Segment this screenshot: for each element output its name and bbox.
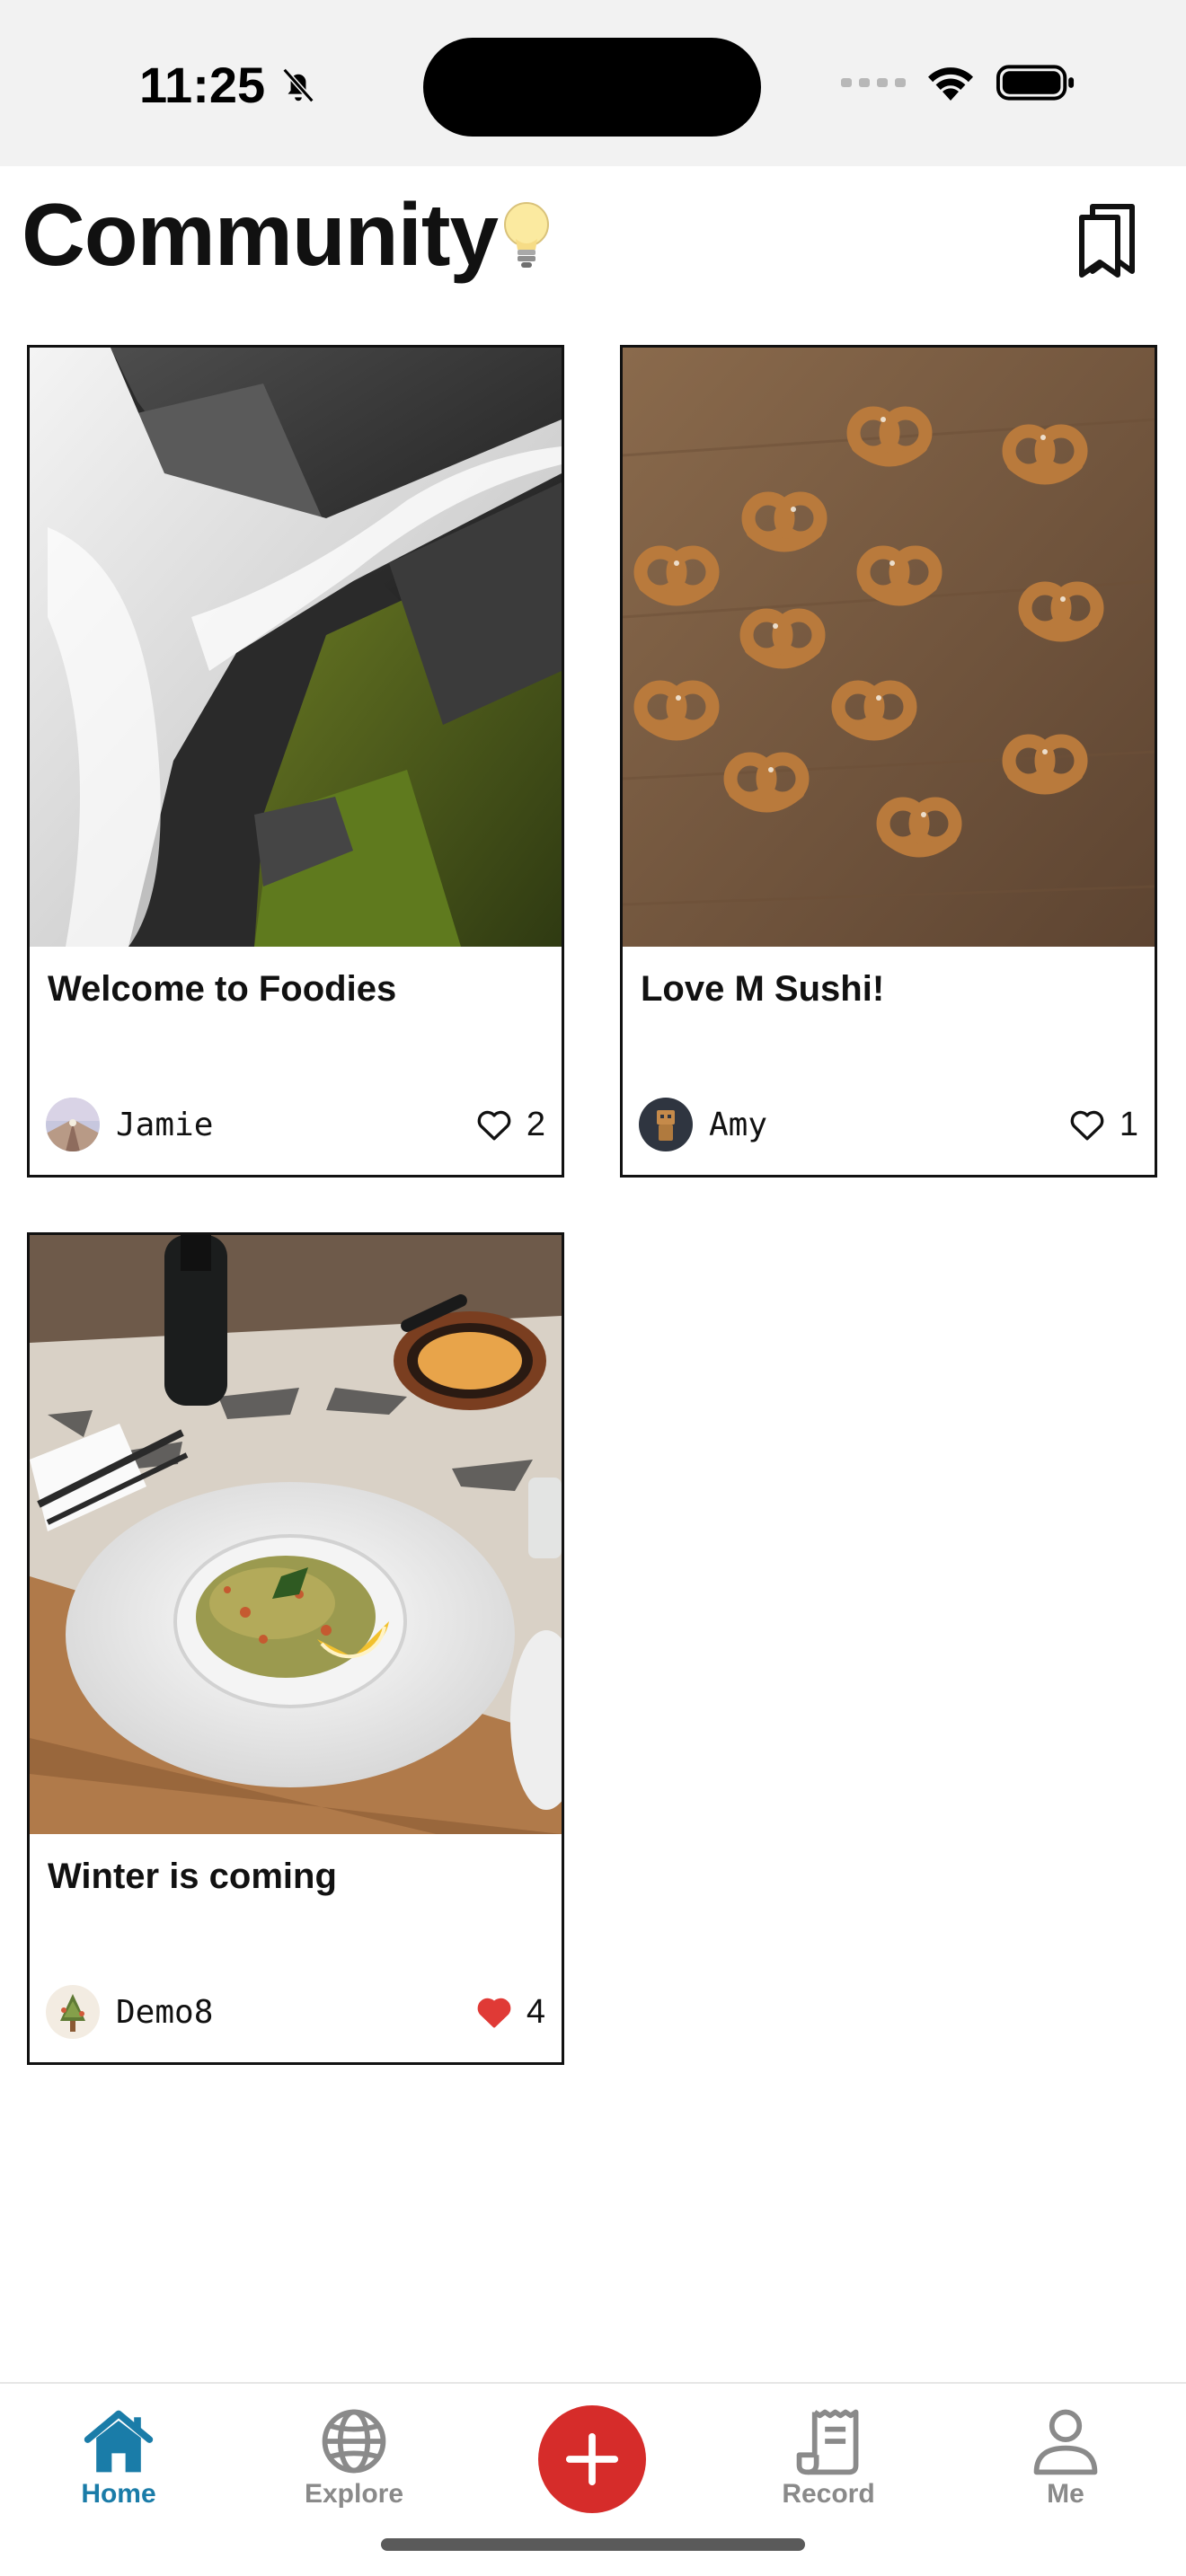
bookmarks-icon[interactable] — [1075, 203, 1139, 278]
person-icon — [1033, 2409, 1098, 2475]
post-card[interactable]: Welcome to Foodies Jamie 2 — [27, 345, 564, 1178]
author-name[interactable]: Jamie — [116, 1107, 213, 1143]
tab-explore-label: Explore — [304, 2479, 404, 2509]
post-title: Love M Sushi! — [641, 969, 885, 1009]
tab-home-label: Home — [81, 2479, 156, 2509]
post-footer: Jamie 2 — [46, 1096, 545, 1153]
clock-text: 11:25 — [139, 57, 266, 113]
heart-outline-icon — [1070, 1110, 1104, 1141]
heart-filled-icon — [477, 1998, 511, 2028]
post-title: Winter is coming — [48, 1857, 337, 1896]
waterfall-photo — [30, 348, 562, 947]
like-count: 2 — [526, 1105, 545, 1143]
post-footer: Demo8 4 — [46, 1983, 545, 2041]
battery-icon — [996, 65, 1075, 101]
tab-explore[interactable]: Explore — [291, 2405, 417, 2510]
page-title: Community — [22, 185, 499, 284]
avatar[interactable] — [46, 1985, 100, 2039]
food-plate-photo — [30, 1235, 562, 1834]
heart-outline-icon — [477, 1110, 511, 1141]
post-footer: Amy 1 — [639, 1096, 1138, 1153]
plus-icon — [565, 2432, 619, 2486]
like-button[interactable]: 1 — [1069, 1106, 1138, 1144]
home-indicator[interactable] — [381, 2538, 805, 2551]
pretzels-photo — [623, 348, 1155, 947]
bell-slash-icon — [282, 67, 314, 102]
receipt-icon — [796, 2409, 859, 2475]
dynamic-island — [423, 38, 761, 137]
status-bar: 11:25 — [0, 0, 1186, 166]
status-time: 11:25 — [139, 56, 319, 114]
post-card[interactable]: Love M Sushi! Amy 1 — [620, 345, 1157, 1178]
avatar[interactable] — [639, 1098, 693, 1151]
like-count: 1 — [1119, 1105, 1138, 1143]
home-icon — [84, 2410, 154, 2473]
tab-me-label: Me — [1047, 2479, 1084, 2509]
lightbulb-icon — [504, 202, 549, 268]
add-post-button[interactable] — [538, 2405, 646, 2513]
like-button[interactable]: 2 — [476, 1106, 545, 1144]
tab-me[interactable]: Me — [1003, 2405, 1128, 2510]
author-name[interactable]: Amy — [709, 1107, 767, 1143]
globe-icon — [322, 2409, 386, 2474]
wifi-icon — [928, 67, 973, 101]
tab-record-label: Record — [782, 2479, 875, 2509]
like-button[interactable]: 4 — [476, 1993, 545, 2032]
like-count: 4 — [526, 1992, 545, 2031]
tab-home[interactable]: Home — [56, 2405, 181, 2510]
post-title: Welcome to Foodies — [48, 969, 397, 1009]
status-icons — [841, 63, 1076, 102]
signal-icon — [841, 78, 906, 87]
author-name[interactable]: Demo8 — [116, 1994, 213, 2031]
post-card[interactable]: Winter is coming Demo8 4 — [27, 1232, 564, 2065]
avatar[interactable] — [46, 1098, 100, 1151]
tab-record[interactable]: Record — [766, 2405, 891, 2510]
